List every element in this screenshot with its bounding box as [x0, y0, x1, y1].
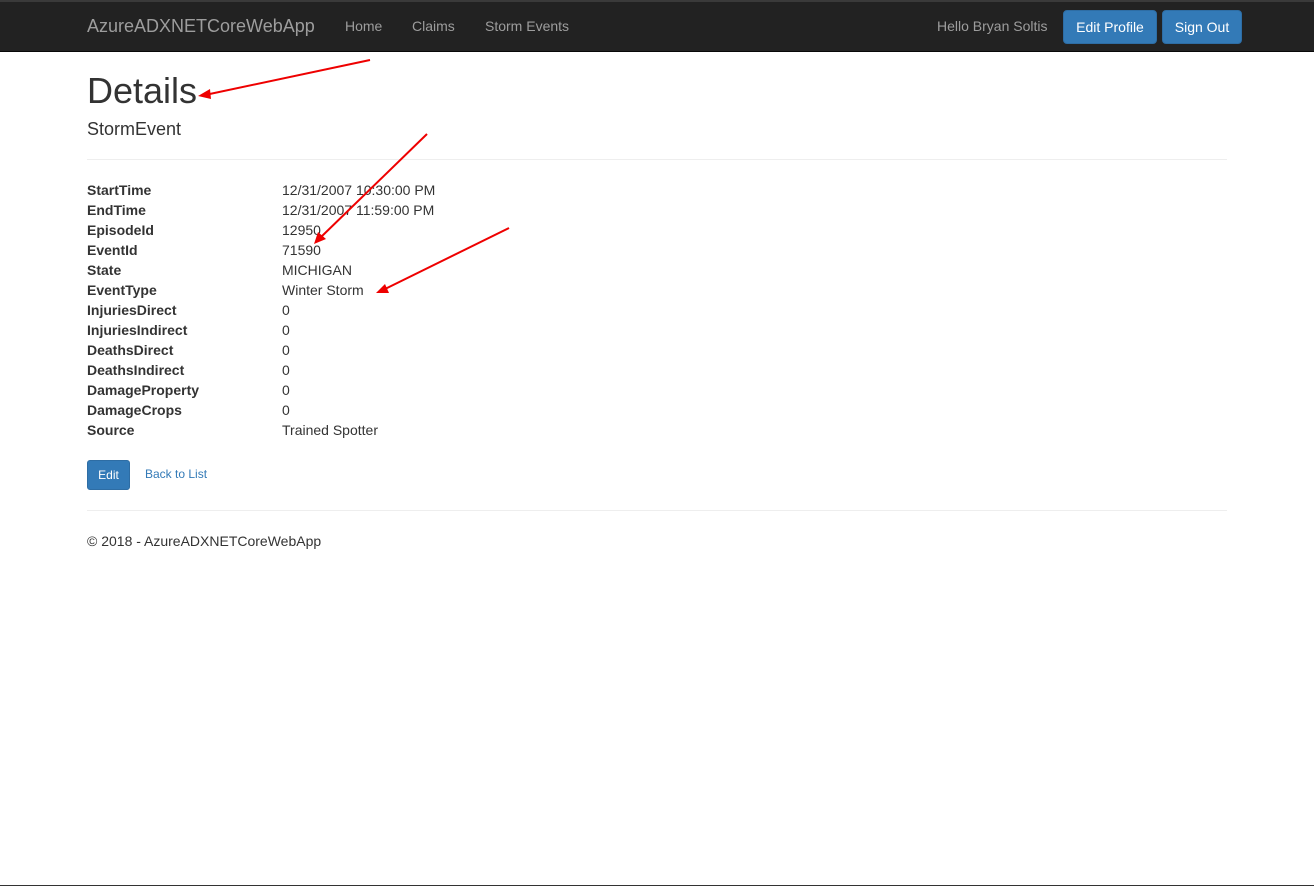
divider [87, 159, 1227, 160]
detail-label: Source [87, 422, 135, 438]
detail-label: DeathsIndirect [87, 362, 185, 378]
detail-label: DamageCrops [87, 402, 182, 418]
detail-label: DamageProperty [87, 382, 200, 398]
detail-label: EventId [87, 242, 138, 258]
edit-button[interactable]: Edit [87, 460, 130, 490]
footer-divider [87, 510, 1227, 511]
detail-value: 0 [282, 342, 290, 358]
arrowhead-icon [376, 284, 389, 293]
annotation-arrow-icon [382, 227, 510, 291]
arrowhead-icon [198, 89, 211, 99]
nav-storm-events[interactable]: Storm Events [485, 18, 569, 34]
detail-value: 71590 [282, 242, 321, 258]
detail-label: EndTime [87, 202, 146, 218]
detail-label: InjuriesIndirect [87, 322, 188, 338]
detail-value: 12/31/2007 10:30:00 PM [282, 182, 436, 198]
detail-value: 12/31/2007 11:59:00 PM [282, 202, 435, 218]
detail-value: 0 [282, 322, 290, 338]
nav-home[interactable]: Home [345, 18, 382, 34]
detail-value: 0 [282, 382, 290, 398]
detail-label: DeathsDirect [87, 342, 174, 358]
annotation-arrows [198, 59, 510, 293]
back-to-list-link[interactable]: Back to List [145, 467, 207, 481]
detail-value: 0 [282, 402, 290, 418]
detail-value: 0 [282, 302, 290, 318]
annotation-arrow-icon [204, 59, 371, 96]
detail-value: 12950 [282, 222, 321, 238]
detail-value: Winter Storm [282, 282, 364, 298]
user-greeting: Hello Bryan Soltis [937, 18, 1048, 34]
navbar: AzureADXNETCoreWebApp Home Claims Storm … [0, 0, 1314, 52]
detail-label: InjuriesDirect [87, 302, 177, 318]
footer-text: © 2018 - AzureADXNETCoreWebApp [87, 533, 322, 549]
edit-profile-button[interactable]: Edit Profile [1063, 10, 1157, 44]
detail-value: Trained Spotter [282, 422, 378, 438]
detail-label: EpisodeId [87, 222, 154, 238]
detail-label: StartTime [87, 182, 152, 198]
sign-out-button[interactable]: Sign Out [1162, 10, 1242, 44]
page-title: Details [87, 70, 198, 111]
page-subtitle: StormEvent [87, 119, 182, 139]
nav-claims[interactable]: Claims [412, 18, 455, 34]
brand-link[interactable]: AzureADXNETCoreWebApp [87, 16, 315, 37]
detail-value: 0 [282, 362, 290, 378]
detail-value: MICHIGAN [282, 262, 352, 278]
detail-label: EventType [87, 282, 157, 298]
detail-label: State [87, 262, 122, 278]
